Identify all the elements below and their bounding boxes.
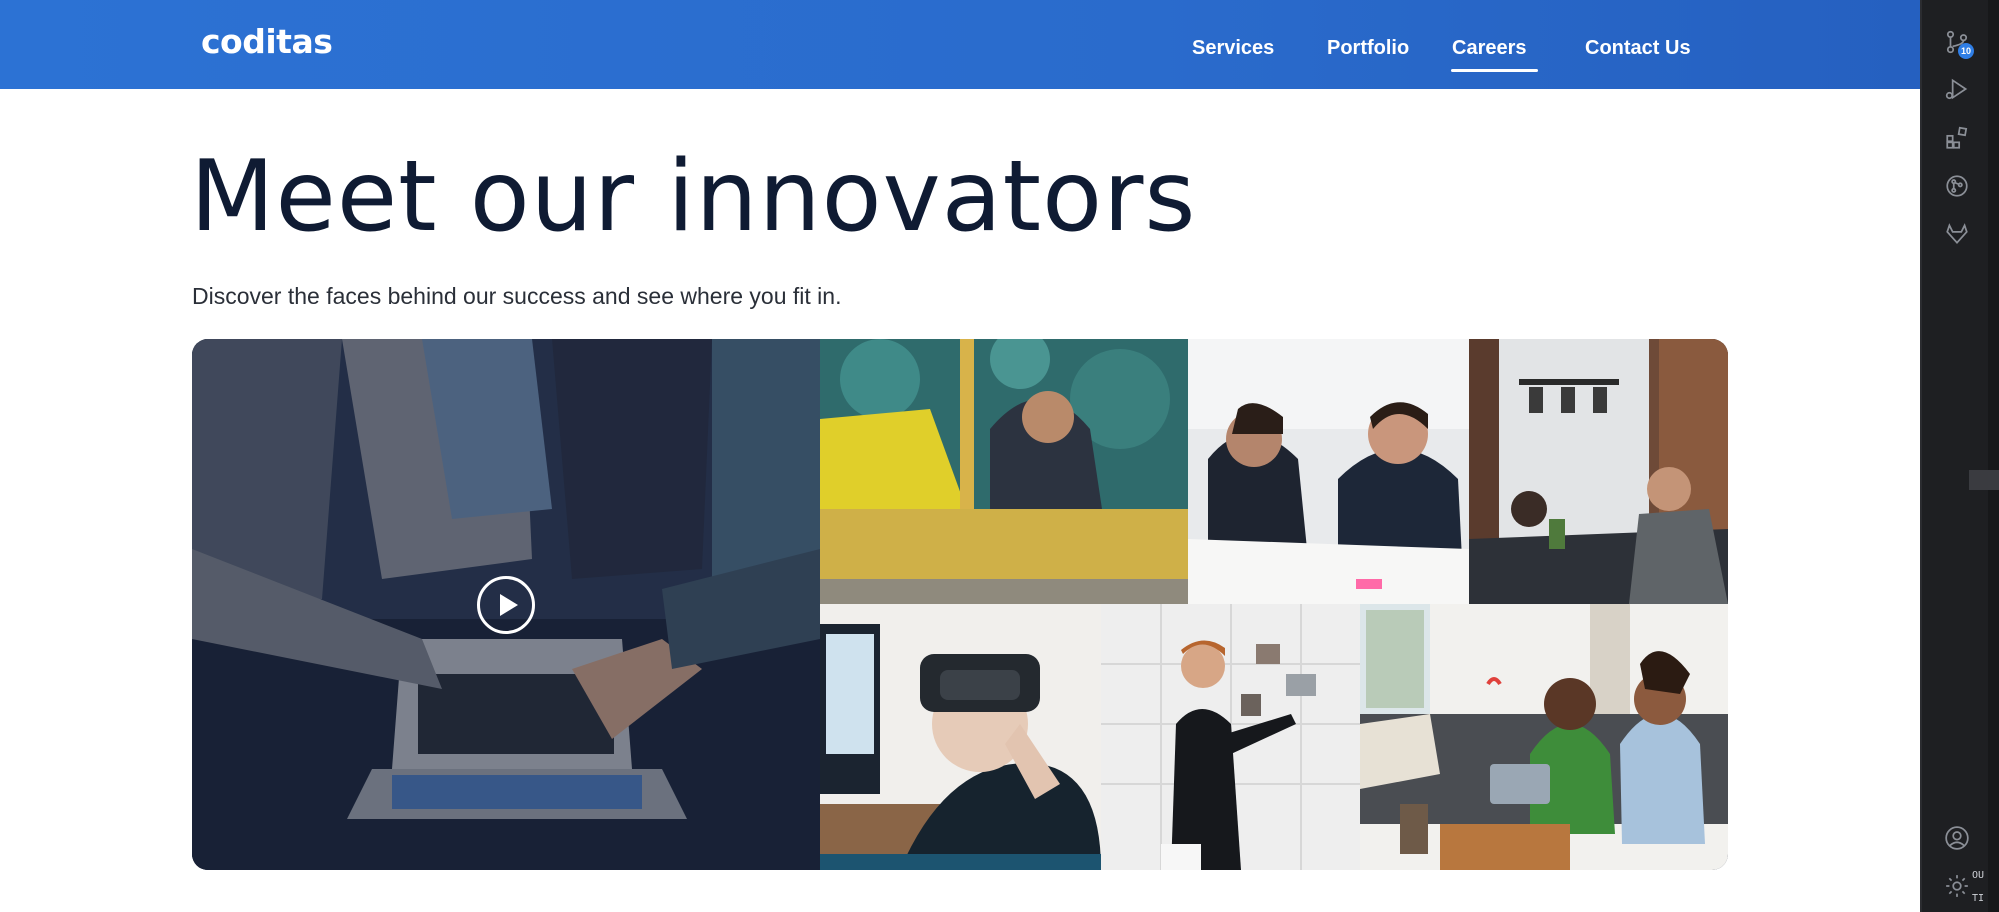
play-video-button[interactable] xyxy=(477,576,535,634)
extensions-icon[interactable] xyxy=(1944,125,1970,151)
gallery-photo-office-lounge[interactable] xyxy=(820,339,1188,604)
open-office-photo xyxy=(1469,339,1728,604)
panel-scrollbar-thumb[interactable] xyxy=(1969,470,1999,490)
wall-planning-photo xyxy=(1101,604,1360,870)
nav-contact-us[interactable]: Contact Us xyxy=(1585,37,1691,60)
editor-activity-bar: 10 xyxy=(1920,0,1999,912)
office-lounge-photo xyxy=(820,339,1188,604)
gitlab-icon[interactable] xyxy=(1944,221,1970,247)
nav-services[interactable]: Services xyxy=(1192,37,1274,60)
website: coditas Services Portfolio Careers Conta… xyxy=(0,0,1920,912)
panel-section-label-output[interactable]: OU xyxy=(1972,870,1984,881)
source-control-icon[interactable]: 10 xyxy=(1944,29,1974,59)
meeting-photo xyxy=(1188,339,1469,604)
gallery-photo-vr-headset[interactable] xyxy=(820,604,1101,870)
nav-careers[interactable]: Careers xyxy=(1451,37,1537,72)
side-panel-edge xyxy=(1988,0,1999,912)
nav-portfolio[interactable]: Portfolio xyxy=(1327,37,1409,60)
panel-section-label-timeline[interactable]: TI xyxy=(1972,893,1984,904)
gallery-photo-meeting[interactable] xyxy=(1188,339,1469,604)
settings-gear-icon[interactable] xyxy=(1944,873,1970,899)
page-title: Meet our innovators xyxy=(190,140,1197,254)
gallery-photo-wall-planning[interactable] xyxy=(1101,604,1360,870)
gallery-photo-open-office[interactable] xyxy=(1469,339,1728,604)
account-icon[interactable] xyxy=(1944,825,1970,851)
git-graph-icon[interactable] xyxy=(1944,173,1970,199)
site-header: coditas Services Portfolio Careers Conta… xyxy=(0,0,1920,89)
run-debug-icon[interactable] xyxy=(1944,76,1970,102)
gallery-video-tile[interactable] xyxy=(192,339,820,870)
gallery-photo-sofa-chat[interactable] xyxy=(1360,604,1728,870)
vr-headset-photo xyxy=(820,604,1101,870)
sofa-chat-photo xyxy=(1360,604,1728,870)
page-subtitle: Discover the faces behind our success an… xyxy=(192,283,842,309)
innovators-gallery xyxy=(192,339,1728,870)
source-control-count-badge: 10 xyxy=(1958,43,1974,59)
coditas-logo[interactable]: coditas xyxy=(201,22,333,61)
